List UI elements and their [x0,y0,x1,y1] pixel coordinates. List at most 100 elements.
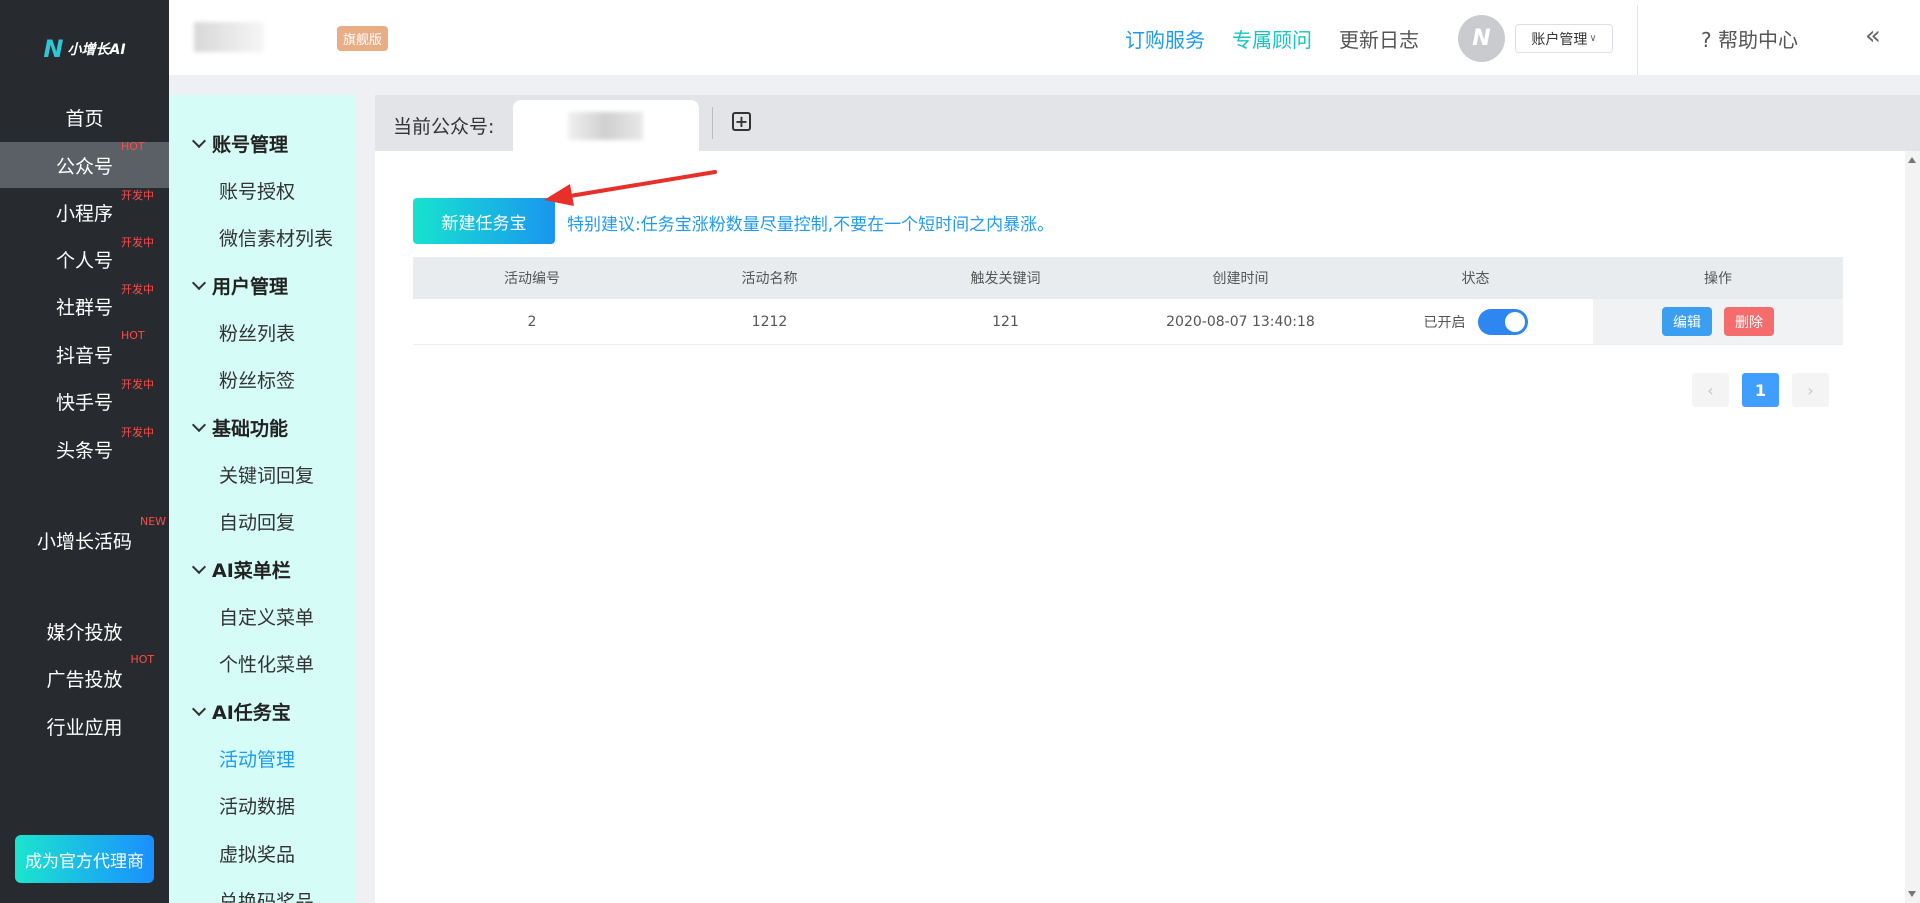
avatar[interactable]: N [1458,15,1505,62]
nav-item-label: 小增长活码 [36,530,132,553]
order-service-link[interactable]: 订购服务 [1125,24,1205,53]
cell-actions: 编辑 删除 [1593,299,1843,344]
new-task-button[interactable]: 新建任务宝 [413,198,555,244]
status-text: 已开启 [1423,314,1466,331]
cell-status: 已开启 [1358,299,1593,344]
chevron-down-icon [191,701,207,716]
vertical-scrollbar[interactable] [1905,151,1920,903]
tip-text: 特别建议:任务宝涨粉数量尽量控制,不要在一个短时间之内暴涨。 [567,215,1055,235]
nav-badge: 开发中 [121,235,154,249]
account-tab[interactable] [513,100,699,151]
tab-divider [712,107,713,139]
scroll-up-icon[interactable] [1908,157,1916,163]
menu-item-keyword-reply[interactable]: 关键词回复 [219,461,314,488]
cell-created-time: 2020-08-07 13:40:18 [1166,313,1315,330]
menu-item-activity-management[interactable]: 活动管理 [219,745,295,772]
nav-item-douyin[interactable]: 抖音号 HOT [0,328,169,377]
menu-item-redeem-code-prize[interactable]: 兑换码奖品 [219,887,314,903]
header-divider [1637,5,1638,75]
become-agent-button[interactable]: 成为官方代理商 [15,835,154,883]
menu-group-users[interactable]: 用户管理 [191,272,288,299]
edit-button[interactable]: 编辑 [1662,307,1712,336]
menu-item-virtual-prize[interactable]: 虚拟奖品 [219,840,295,867]
nav-item-community[interactable]: 社群号 开发中 [0,283,169,329]
column-header: 活动名称 [741,271,798,287]
edition-badge: 旗舰版 [337,26,389,51]
nav-item-personal[interactable]: 个人号 开发中 [0,236,169,282]
nav-item-label: 公众号 [55,155,113,178]
menu-group-title: AI任务宝 [212,702,291,724]
nav-item-home[interactable]: 首页 [0,94,169,140]
nav-item-label: 快手号 [55,391,113,414]
nav-item-label: 个人号 [55,249,113,272]
menu-item-account-auth[interactable]: 账号授权 [219,177,295,204]
advisor-link[interactable]: 专属顾问 [1232,24,1312,53]
column-header: 触发关键词 [970,271,1041,287]
menu-group-basic[interactable]: 基础功能 [191,414,289,441]
nav-badge: NEW [140,514,167,528]
nav-item-label: 行业应用 [46,716,123,739]
nav-item-label: 头条号 [55,439,113,462]
menu-item-fans-tags[interactable]: 粉丝标签 [219,366,295,393]
nav-item-label: 社群号 [55,296,113,319]
menu-group-ai-task[interactable]: AI任务宝 [191,698,291,725]
menu-item-material-list[interactable]: 微信素材列表 [219,224,333,251]
account-tab-name-blurred [568,112,643,140]
nav-item-media[interactable]: 媒介投放 [0,608,169,654]
next-page-icon[interactable]: › [1792,373,1829,407]
menu-group-title: 基础功能 [212,418,289,440]
delete-button[interactable]: 删除 [1724,307,1774,336]
add-account-icon[interactable]: + [732,112,751,131]
prev-page-icon[interactable]: ‹ [1692,373,1729,407]
account-menu-select[interactable]: 账户管理 ∨ [1515,24,1613,53]
main-sidebar: N 小增长AI 首页 公众号 HOT 小程序 开发中 个人号 开发中 社群号 开发中 抖… [0,0,169,903]
nav-item-label: 媒介投放 [46,621,123,644]
cell-activity-id: 2 [527,313,537,330]
nav-item-official-account[interactable]: 公众号 HOT [0,139,169,188]
nav-item-toutiao[interactable]: 头条号 开发中 [0,426,169,472]
annotation-arrow [544,170,717,206]
nav-badge: 开发中 [121,377,154,391]
status-toggle[interactable] [1477,308,1528,335]
menu-item-auto-reply[interactable]: 自动回复 [219,508,295,535]
logo-text: 小增长AI [67,42,126,58]
chevron-down-icon [191,417,207,432]
menu-item-personalized-menu[interactable]: 个性化菜单 [219,650,314,677]
account-menu-label: 账户管理 [1531,31,1588,48]
menu-group-ai-menu[interactable]: AI菜单栏 [191,556,291,583]
help-center-label: 帮助中心 [1717,28,1798,52]
top-header: 旗舰版 订购服务 专属顾问 更新日志 N 账户管理 ∨ ? 帮助中心 « [169,0,1920,75]
secondary-sidebar: 账号管理 账号授权 微信素材列表 用户管理 粉丝列表 粉丝标签 基础功能 关键词… [169,95,356,903]
table-row: 2 1212 121 2020-08-07 13:40:18 已开启 编辑 删除 [413,299,1843,345]
nav-item-label: 广告投放 [46,668,123,691]
help-center-link[interactable]: ? 帮助中心 [1701,24,1798,53]
nav-badge: 开发中 [121,282,154,296]
changelog-link[interactable]: 更新日志 [1339,24,1419,53]
nav-item-mini-program[interactable]: 小程序 开发中 [0,189,169,235]
logo-mark-icon: N [43,35,64,63]
menu-group-title: 账号管理 [212,134,289,156]
menu-group-account[interactable]: 账号管理 [191,130,289,157]
nav-badge: HOT [121,328,145,342]
nav-badge: HOT [121,139,145,153]
nav-item-kuaishou[interactable]: 快手号 开发中 [0,378,169,424]
chevron-down-icon: ∨ [1589,33,1597,44]
collapse-icon[interactable]: « [1865,21,1881,51]
cell-activity-name: 1212 [751,313,788,330]
page-number-button[interactable]: 1 [1742,373,1779,407]
nav-item-label: 抖音号 [55,344,113,367]
nav-item-ads[interactable]: 广告投放 HOT [0,653,169,701]
nav-item-live-code[interactable]: 小增长活码 NEW [0,514,169,563]
nav-badge: 开发中 [121,188,154,202]
brand-logo[interactable]: N 小增长AI [0,0,169,98]
column-header: 状态 [1461,271,1490,287]
scroll-down-icon[interactable] [1908,891,1916,897]
menu-item-custom-menu[interactable]: 自定义菜单 [219,603,314,630]
nav-item-industry[interactable]: 行业应用 [0,703,169,749]
menu-item-activity-data[interactable]: 活动数据 [219,792,295,819]
menu-group-title: AI菜单栏 [212,560,291,582]
menu-item-fans-list[interactable]: 粉丝列表 [219,319,295,346]
account-tabbar: 当前公众号: + [375,95,1920,151]
account-name-blurred [194,22,264,52]
chevron-down-icon [191,133,207,148]
